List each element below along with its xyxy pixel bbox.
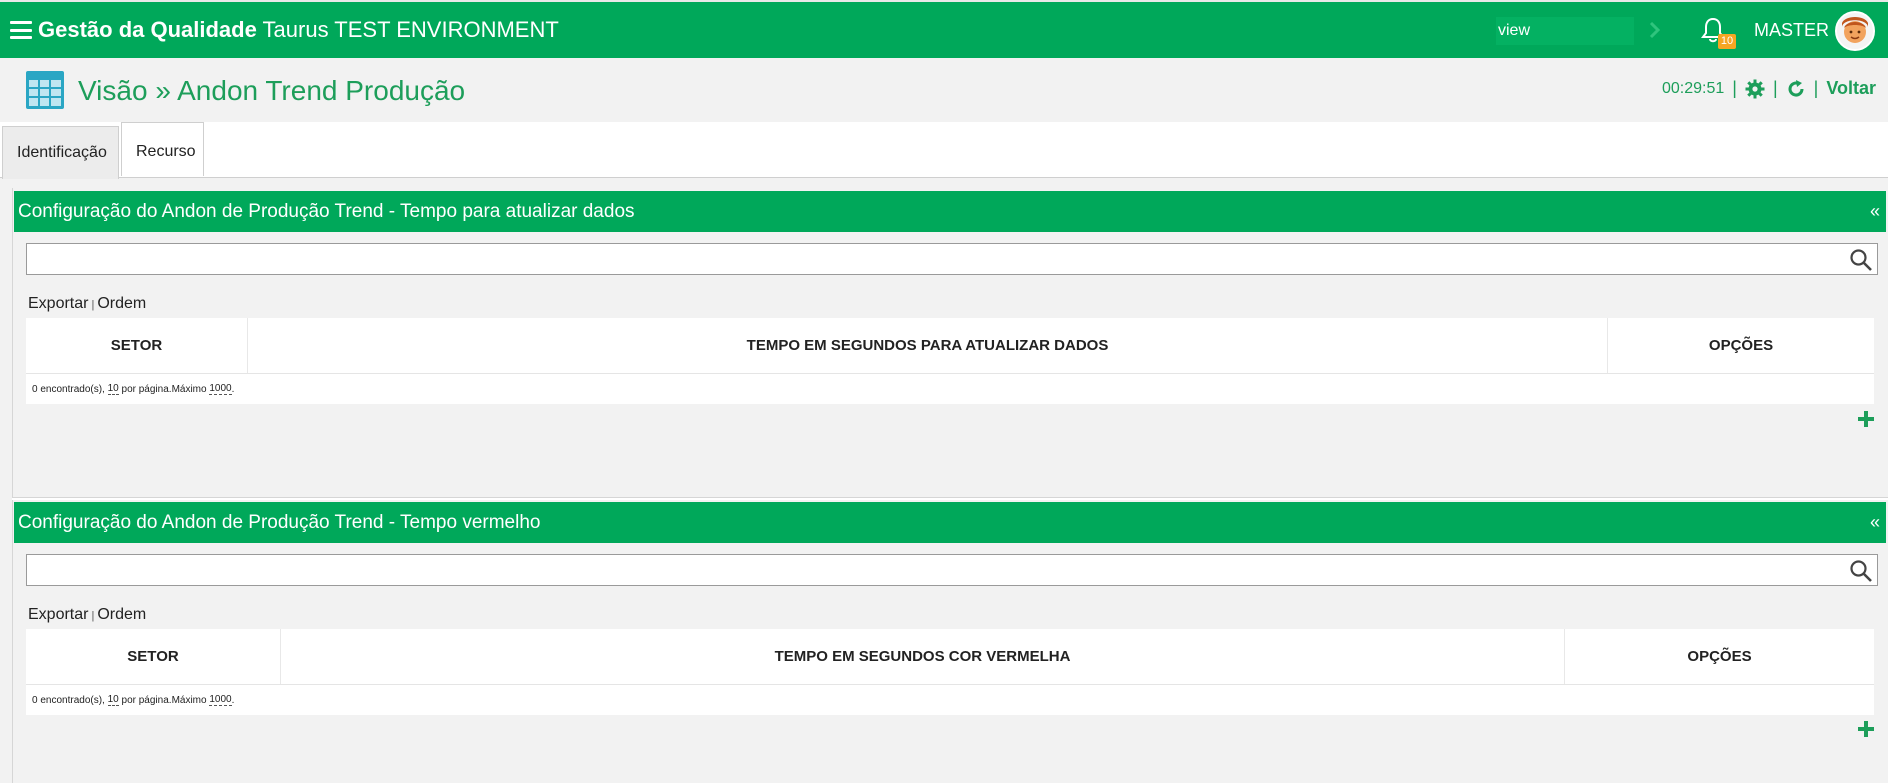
search-input[interactable] (27, 555, 1877, 585)
per-page-text: por página. (121, 694, 172, 706)
per-page-selector[interactable]: 10 (107, 694, 119, 706)
chevron-right-icon[interactable] (1646, 16, 1664, 44)
page-title: Visão » Andon Trend Produção (78, 75, 466, 106)
max-label: Máximo (171, 694, 207, 706)
table-grid-icon (26, 71, 64, 109)
user-avatar[interactable] (1835, 11, 1875, 51)
search-icon[interactable] (1849, 559, 1873, 583)
tabs-bar: Identificação Recurso (0, 122, 1888, 179)
per-page-selector[interactable]: 10 (107, 383, 119, 395)
table-footer: 0 encontrado(s), 10 por página. Máximo 10… (26, 685, 1874, 715)
column-header-tempo[interactable]: TEMPO EM SEGUNDOS PARA ATUALIZAR DADOS (248, 318, 1608, 373)
topbar-search-input[interactable] (1496, 17, 1634, 45)
panel-header: Configuração do Andon de Produção Trend … (14, 191, 1886, 232)
table-header: SETOR TEMPO EM SEGUNDOS PARA ATUALIZAR D… (26, 318, 1874, 374)
per-page-text: por página. (121, 383, 172, 395)
tab-identificacao[interactable]: Identificação (2, 126, 119, 179)
add-plus-icon[interactable] (1856, 719, 1876, 739)
column-header-setor[interactable]: SETOR (26, 629, 281, 684)
gear-icon[interactable] (1745, 79, 1765, 99)
data-table: SETOR TEMPO EM SEGUNDOS COR VERMELHA OPÇ… (26, 629, 1874, 715)
panel-divider (12, 497, 1888, 500)
records-found: 0 encontrado(s), (32, 383, 105, 395)
back-link[interactable]: Voltar (1826, 78, 1876, 99)
table-header: SETOR TEMPO EM SEGUNDOS COR VERMELHA OPÇ… (26, 629, 1874, 685)
header-actions: 00:29:51 | | | Voltar (1662, 78, 1876, 99)
max-selector[interactable]: 1000 (209, 694, 232, 706)
session-timer: 00:29:51 (1661, 79, 1725, 97)
column-header-opcoes: OPÇÕES (1708, 337, 1774, 354)
app-title: Gestão da Qualidade Taurus TEST ENVIRONM… (38, 17, 559, 43)
tab-recurso[interactable]: Recurso (121, 122, 204, 176)
panel-title: Configuração do Andon de Produção Trend … (18, 200, 635, 222)
max-selector[interactable]: 1000 (209, 383, 232, 395)
top-navigation-bar: Gestão da Qualidade Taurus TEST ENVIRONM… (0, 0, 1888, 58)
column-header-setor[interactable]: SETOR (26, 318, 248, 373)
separator: | (91, 610, 95, 622)
user-name[interactable]: MASTER (1754, 20, 1829, 41)
separator: | (1813, 78, 1819, 98)
records-found: 0 encontrado(s), (32, 694, 105, 706)
order-link[interactable]: Ordem (97, 295, 146, 312)
search-icon[interactable] (1849, 248, 1873, 272)
panel-update-time: Configuração do Andon de Produção Trend … (12, 191, 1886, 497)
search-field[interactable] (26, 243, 1878, 275)
separator: | (1732, 78, 1737, 98)
data-table: SETOR TEMPO EM SEGUNDOS PARA ATUALIZAR D… (26, 318, 1874, 404)
notification-count-badge: 10 (1718, 34, 1736, 49)
separator: | (91, 299, 95, 311)
collapse-icon[interactable]: « (1870, 201, 1880, 222)
collapse-icon[interactable]: « (1870, 512, 1880, 533)
search-input[interactable] (27, 244, 1877, 274)
panel-red-time: Configuração do Andon de Produção Trend … (12, 502, 1886, 783)
hamburger-menu-icon[interactable] (10, 21, 32, 39)
panel-title: Configuração do Andon de Produção Trend … (18, 511, 541, 533)
notifications-bell-icon[interactable]: 10 (1700, 16, 1736, 49)
table-actions: Exportar | Ordem (28, 606, 146, 624)
footer-end: . (231, 383, 235, 395)
order-link[interactable]: Ordem (97, 606, 146, 623)
environment-label: Taurus TEST ENVIRONMENT (256, 17, 559, 42)
max-label: Máximo (171, 383, 207, 395)
refresh-icon[interactable] (1786, 79, 1806, 99)
table-footer: 0 encontrado(s), 10 por página. Máximo 10… (26, 374, 1874, 404)
app-name: Gestão da Qualidade (38, 17, 257, 42)
column-header-tempo[interactable]: TEMPO EM SEGUNDOS COR VERMELHA (281, 629, 1565, 684)
export-link[interactable]: Exportar (28, 606, 88, 623)
add-plus-icon[interactable] (1856, 409, 1876, 429)
page-header: Visão » Andon Trend Produção 00:29:51 | … (0, 58, 1888, 122)
table-actions: Exportar | Ordem (28, 295, 146, 313)
footer-end: . (231, 694, 235, 706)
separator: | (1772, 78, 1778, 98)
panel-header: Configuração do Andon de Produção Trend … (14, 502, 1886, 543)
column-header-opcoes: OPÇÕES (1687, 648, 1752, 665)
export-link[interactable]: Exportar (28, 295, 88, 312)
search-field[interactable] (26, 554, 1878, 586)
